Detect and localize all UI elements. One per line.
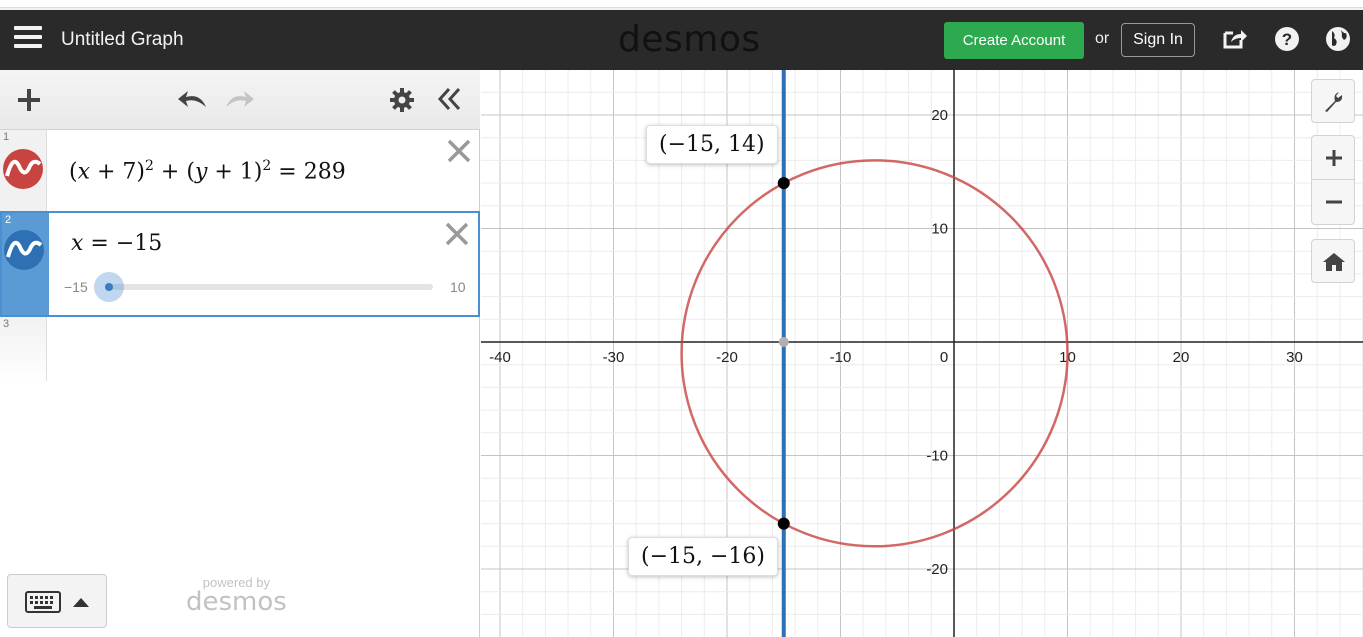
plus-icon[interactable]: [16, 87, 42, 113]
expression-color-icon[interactable]: [2, 148, 44, 190]
create-account-button[interactable]: Create Account: [944, 22, 1084, 59]
graph-settings-button[interactable]: [1311, 79, 1355, 123]
point-label-top[interactable]: (−15, 14): [646, 125, 778, 164]
expression-toolbar: [0, 70, 480, 130]
graph-svg[interactable]: -40 -30 -20 -10 0 10 20 302010-10-20: [481, 70, 1363, 637]
slider-track[interactable]: [108, 284, 433, 290]
default-viewport-button[interactable]: [1311, 239, 1355, 283]
language-globe-icon[interactable]: [1324, 25, 1352, 53]
powered-by-brand: desmos: [186, 587, 287, 617]
graph-canvas[interactable]: -40 -30 -20 -10 0 10 20 30 20 10 -10 -20 (−15, 14) …: [481, 70, 1363, 637]
x-tick-label: -20: [716, 349, 738, 366]
expression-math-2[interactable]: x = −15: [71, 231, 162, 256]
keyboard-toggle-button[interactable]: [7, 574, 107, 628]
delete-expression-icon[interactable]: [446, 138, 472, 164]
axis-intercept-point: [778, 337, 789, 347]
y-tick-label: -20: [926, 561, 948, 578]
keyboard-icon: [25, 591, 61, 613]
slider-min-label[interactable]: −15: [64, 279, 88, 295]
powered-by-desmos: powered by desmos: [186, 575, 287, 617]
intersection-point: [777, 517, 790, 530]
slider-handle[interactable]: [105, 283, 113, 291]
sign-in-button[interactable]: Sign In: [1121, 23, 1195, 57]
circle-curve: [680, 159, 1069, 548]
y-tick-label: -10: [926, 448, 948, 465]
expression-tab-2[interactable]: 2: [2, 213, 49, 315]
gear-icon[interactable]: [389, 87, 415, 113]
expression-row-2[interactable]: 2 x = −15 −15 10: [0, 211, 480, 317]
expression-index: 1: [3, 131, 10, 143]
y-tick-label: 20: [931, 107, 948, 124]
caret-up-icon: [73, 598, 89, 607]
share-icon[interactable]: [1221, 25, 1249, 53]
expression-row-1[interactable]: 1 (x + 7)2 + (y + 1)2 = 289: [0, 130, 480, 212]
svg-text:?: ?: [1282, 30, 1292, 49]
expression-panel: 1 (x + 7)2 + (y + 1)2 = 289 2 x = −15 −1…: [0, 70, 480, 637]
browser-top-strip: [0, 0, 1363, 10]
point-label-bottom[interactable]: (−15, −16): [628, 537, 779, 576]
slider-max-label[interactable]: 10: [450, 279, 466, 295]
zoom-in-icon: [1326, 150, 1342, 166]
delete-expression-icon[interactable]: [444, 221, 470, 247]
expression-row-3[interactable]: 3: [0, 317, 480, 381]
expression-tab-3[interactable]: 3: [0, 317, 47, 381]
expression-tab-1[interactable]: 1: [0, 130, 47, 211]
header-bar: Untitled Graph desmos Create Account or …: [0, 10, 1363, 70]
help-icon[interactable]: ?: [1273, 25, 1301, 53]
x-tick-label: -40: [489, 349, 511, 366]
desmos-logo: desmos: [618, 19, 761, 60]
expression-math-1[interactable]: (x + 7)2 + (y + 1)2 = 289: [69, 158, 346, 184]
zoom-in-button[interactable]: [1311, 135, 1355, 180]
x-tick-label: 30: [1286, 349, 1303, 366]
zoom-out-button[interactable]: [1311, 180, 1355, 225]
y-tick-label: 10: [931, 221, 948, 238]
redo-icon[interactable]: [224, 87, 256, 111]
intersection-point: [777, 177, 790, 190]
expression-index: 3: [3, 318, 10, 330]
expression-index: 2: [5, 214, 12, 226]
zoom-out-icon: [1326, 200, 1342, 204]
x-tick-label: 20: [1173, 349, 1190, 366]
home-icon: [1323, 253, 1345, 271]
wrench-icon: [1325, 92, 1343, 112]
menu-icon[interactable]: [14, 26, 42, 52]
x-tick-label: -30: [603, 349, 625, 366]
or-label: or: [1095, 30, 1110, 47]
x-tick-label: 0: [940, 349, 948, 366]
undo-icon[interactable]: [176, 87, 208, 111]
graph-title[interactable]: Untitled Graph: [61, 29, 184, 51]
collapse-panel-icon[interactable]: [437, 86, 463, 112]
x-tick-label: -10: [830, 349, 852, 366]
expression-color-icon[interactable]: [3, 229, 45, 271]
